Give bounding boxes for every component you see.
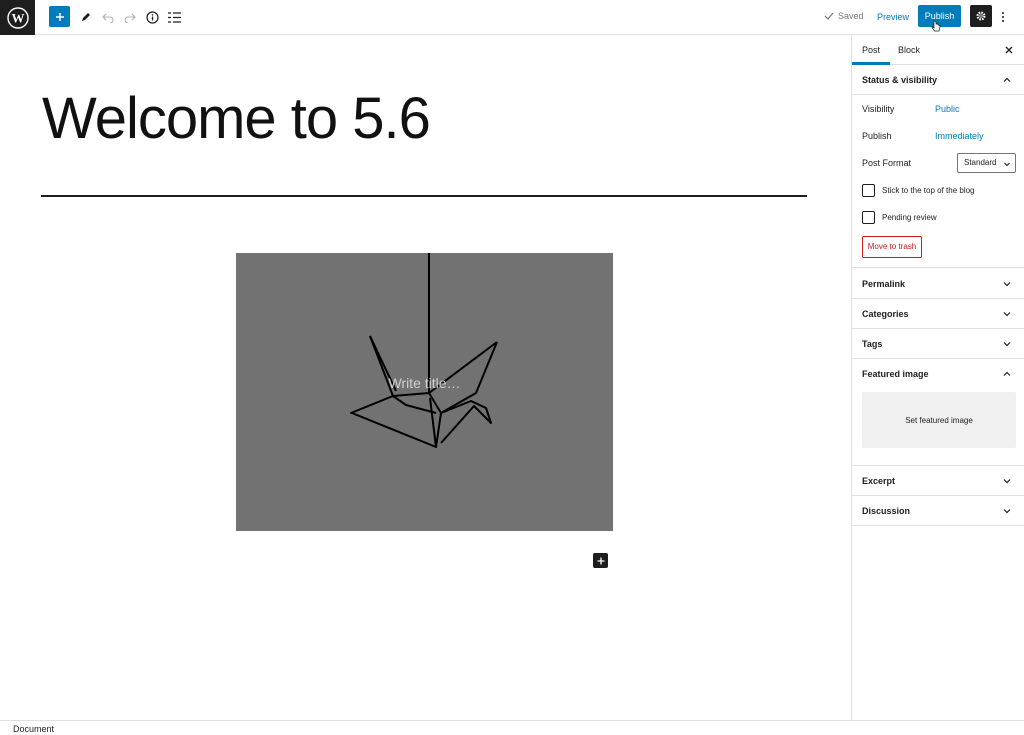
block-inserter-button[interactable] bbox=[593, 553, 608, 568]
panel-status-visibility[interactable]: Status & visibility bbox=[852, 65, 1024, 95]
chevron-down-icon bbox=[1003, 282, 1011, 287]
preview-button[interactable]: Preview bbox=[872, 7, 914, 27]
editor-header: W Saved Preview Publish bbox=[0, 0, 1024, 35]
tab-block[interactable]: Block bbox=[888, 35, 930, 65]
settings-sidebar: Post Block Status & visibility Visibilit… bbox=[851, 35, 1024, 720]
post-format-select[interactable]: Standard bbox=[957, 153, 1016, 173]
redo-icon[interactable] bbox=[119, 6, 141, 28]
sticky-label: Stick to the top of the blog bbox=[882, 186, 975, 195]
svg-text:W: W bbox=[11, 10, 24, 25]
panel-featured-image-title: Featured image bbox=[862, 369, 929, 379]
publish-label: Publish bbox=[862, 131, 892, 141]
list-view-icon[interactable] bbox=[163, 6, 185, 28]
saved-status: Saved bbox=[824, 11, 864, 21]
panel-discussion[interactable]: Discussion bbox=[852, 496, 1024, 526]
publish-date-toggle[interactable]: Immediately bbox=[935, 131, 984, 141]
cover-title-placeholder[interactable]: Write title… bbox=[236, 375, 613, 391]
more-vertical-icon bbox=[1002, 12, 1004, 22]
gear-icon bbox=[976, 11, 986, 21]
chevron-up-icon bbox=[1003, 77, 1011, 82]
origami-crane-image bbox=[350, 253, 498, 448]
tab-post[interactable]: Post bbox=[852, 35, 890, 65]
chevron-down-icon bbox=[1004, 162, 1010, 167]
panel-excerpt[interactable]: Excerpt bbox=[852, 466, 1024, 496]
panel-tags[interactable]: Tags bbox=[852, 329, 1024, 359]
details-info-icon[interactable] bbox=[141, 6, 163, 28]
set-featured-image-button[interactable]: Set featured image bbox=[862, 392, 1016, 448]
panel-discussion-title: Discussion bbox=[862, 506, 911, 516]
move-to-trash-button[interactable]: Move to trash bbox=[862, 236, 922, 258]
settings-gear-button[interactable] bbox=[970, 5, 992, 27]
set-featured-image-label: Set featured image bbox=[905, 415, 973, 425]
close-sidebar-button[interactable] bbox=[1002, 43, 1016, 57]
panel-permalink[interactable]: Permalink bbox=[852, 269, 1024, 299]
panel-featured-image[interactable]: Featured image bbox=[852, 359, 1024, 389]
panel-permalink-title: Permalink bbox=[862, 279, 906, 289]
add-block-button[interactable] bbox=[49, 6, 70, 27]
separator-block[interactable] bbox=[41, 195, 807, 197]
post-format-value: Standard bbox=[964, 158, 997, 167]
visibility-toggle[interactable]: Public bbox=[935, 104, 960, 114]
panel-categories-title: Categories bbox=[862, 309, 909, 319]
chevron-down-icon bbox=[1003, 342, 1011, 347]
tools-pencil-icon[interactable] bbox=[75, 6, 97, 28]
mouse-pointer-icon bbox=[931, 20, 941, 32]
undo-icon[interactable] bbox=[97, 6, 119, 28]
visibility-label: Visibility bbox=[862, 104, 895, 114]
pending-review-label: Pending review bbox=[882, 213, 937, 222]
breadcrumb-document[interactable]: Document bbox=[13, 724, 54, 734]
panel-categories[interactable]: Categories bbox=[852, 299, 1024, 329]
post-title[interactable]: Welcome to 5.6 bbox=[42, 85, 431, 152]
check-icon bbox=[824, 12, 834, 20]
panel-status-visibility-title: Status & visibility bbox=[862, 75, 938, 85]
post-format-label: Post Format bbox=[862, 158, 912, 168]
chevron-down-icon bbox=[1003, 479, 1011, 484]
wordpress-logo-icon[interactable]: W bbox=[0, 0, 35, 35]
saved-label: Saved bbox=[838, 11, 864, 21]
sidebar-tabs: Post Block bbox=[852, 35, 1024, 65]
chevron-down-icon bbox=[1003, 312, 1011, 317]
sticky-checkbox[interactable] bbox=[862, 184, 875, 197]
block-breadcrumb-bar: Document bbox=[0, 720, 1024, 735]
chevron-up-icon bbox=[1003, 371, 1011, 376]
more-options-button[interactable] bbox=[996, 6, 1010, 28]
plus-icon bbox=[597, 557, 604, 564]
cover-block[interactable]: Write title… bbox=[236, 253, 613, 531]
pending-review-checkbox[interactable] bbox=[862, 211, 875, 224]
panel-tags-title: Tags bbox=[862, 339, 883, 349]
chevron-down-icon bbox=[1003, 509, 1011, 514]
editor-canvas: Welcome to 5.6 Write title… bbox=[0, 35, 851, 720]
close-icon bbox=[1005, 46, 1013, 54]
panel-excerpt-title: Excerpt bbox=[862, 476, 896, 486]
